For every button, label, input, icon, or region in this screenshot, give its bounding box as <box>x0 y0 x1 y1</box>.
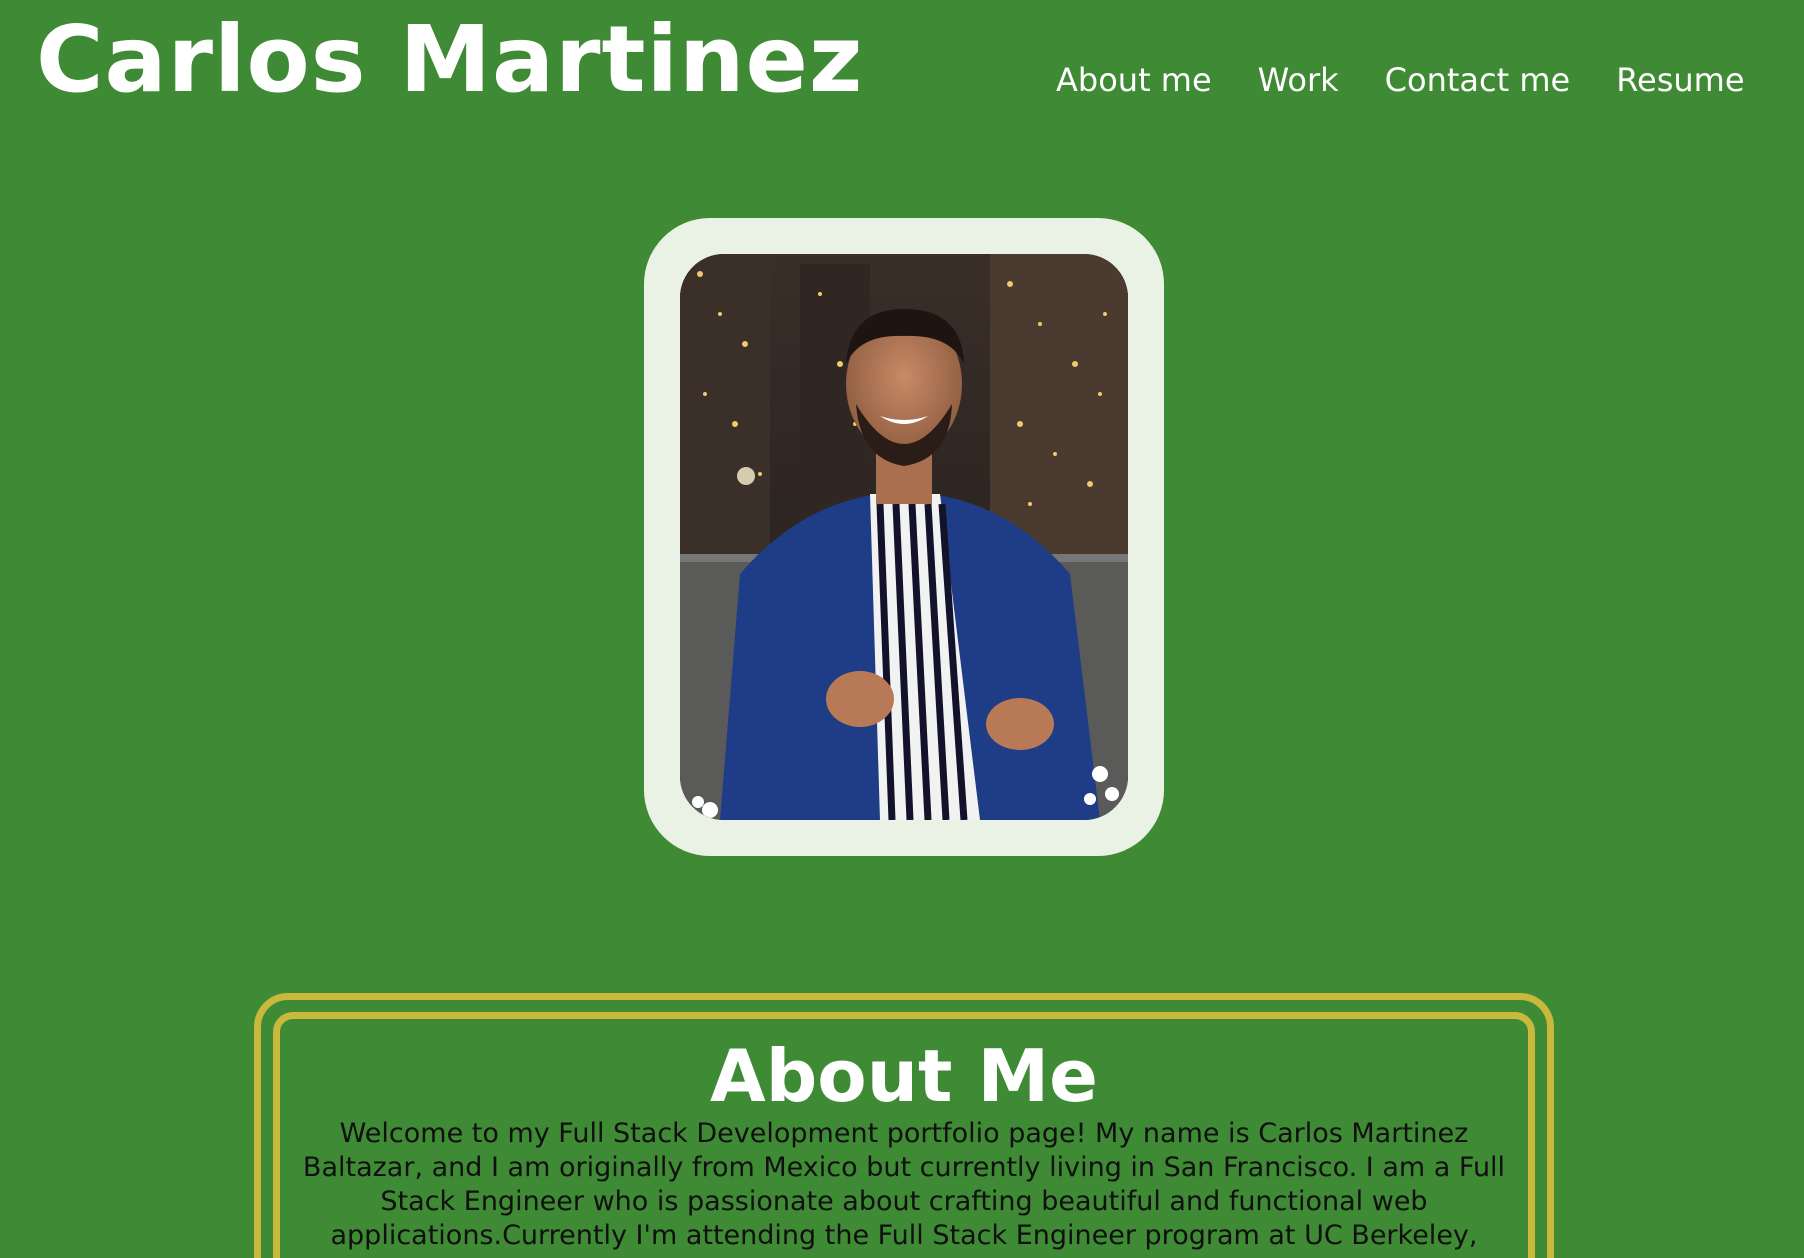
profile-photo <box>680 254 1128 820</box>
main-nav: About me Work Contact me Resume <box>1056 58 1745 102</box>
about-section: About Me Welcome to my Full Stack Develo… <box>254 993 1554 1258</box>
portrait-photo-illustration <box>680 254 1128 820</box>
about-title: About Me <box>710 1034 1098 1118</box>
site-title: Carlos Martinez <box>36 6 864 113</box>
portfolio-page: Carlos Martinez About me Work Contact me… <box>0 0 1804 1258</box>
nav-link-resume[interactable]: Resume <box>1616 58 1744 102</box>
about-text: Welcome to my Full Stack Development por… <box>302 1118 1506 1251</box>
about-inner-border: About Me Welcome to my Full Stack Develo… <box>273 1012 1535 1258</box>
profile-photo-frame <box>644 218 1164 856</box>
nav-link-work[interactable]: Work <box>1258 58 1339 102</box>
nav-link-contact-me[interactable]: Contact me <box>1385 58 1571 102</box>
nav-link-about-me[interactable]: About me <box>1056 58 1212 102</box>
